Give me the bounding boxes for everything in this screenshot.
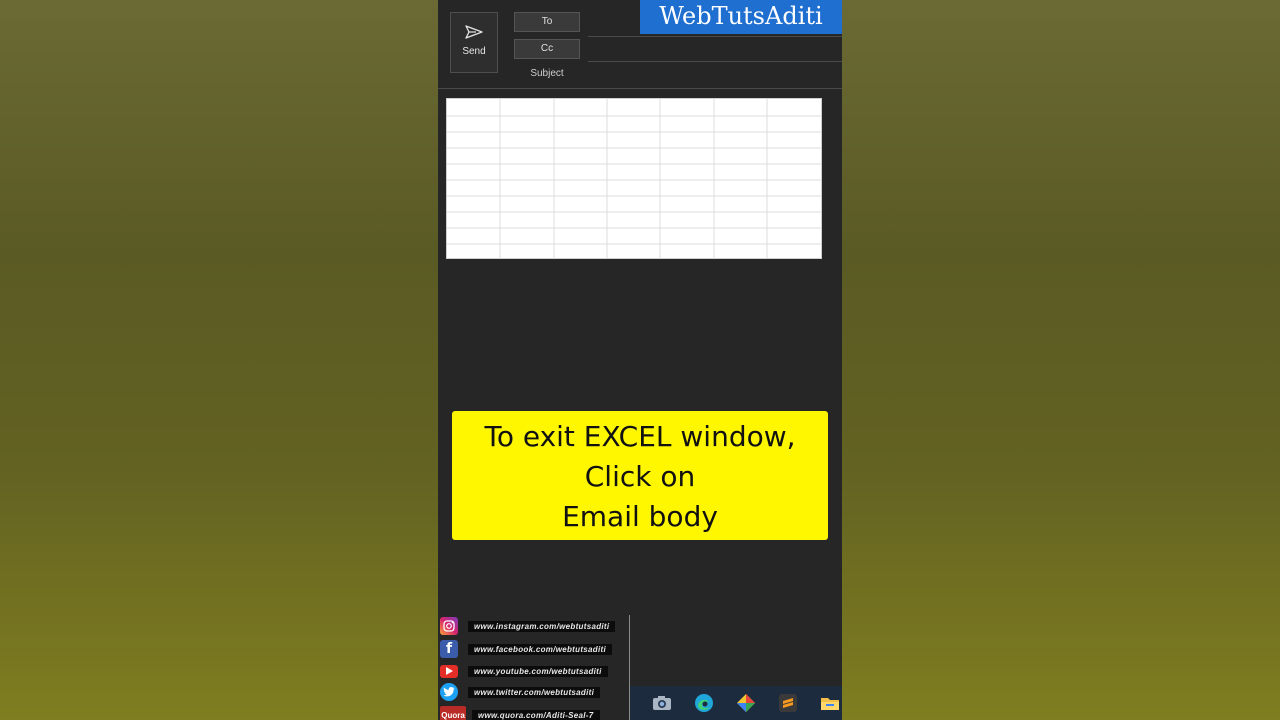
outlook-compose-window: Send To Cc Subject WebTutsAditi To exit … bbox=[438, 0, 842, 720]
subject-label: Subject bbox=[530, 68, 564, 79]
send-label: Send bbox=[462, 46, 486, 57]
social-youtube[interactable]: www.youtube.com/webtutsaditi bbox=[440, 662, 608, 680]
edge-browser-icon[interactable] bbox=[694, 693, 714, 713]
app-diamond-icon[interactable] bbox=[736, 693, 756, 713]
facebook-url: www.facebook.com/webtutsaditi bbox=[468, 643, 612, 655]
instagram-icon bbox=[440, 617, 458, 635]
social-quora[interactable]: Quora www.quora.com/Aditi-Seal-7 bbox=[440, 706, 600, 720]
send-button[interactable]: Send bbox=[450, 12, 498, 73]
send-icon bbox=[465, 25, 483, 39]
to-button[interactable]: To bbox=[514, 12, 580, 32]
channel-watermark: WebTutsAditi bbox=[640, 0, 842, 34]
social-twitter[interactable]: www.twitter.com/webtutsaditi bbox=[440, 683, 601, 701]
callout-line-3: Email body bbox=[562, 500, 718, 533]
quora-url: www.quora.com/Aditi-Seal-7 bbox=[472, 709, 600, 720]
quora-icon: Quora bbox=[440, 706, 466, 720]
windows-taskbar bbox=[630, 686, 842, 720]
twitter-icon bbox=[440, 683, 458, 701]
cc-field[interactable] bbox=[588, 61, 842, 62]
callout-line-1: To exit EXCEL window, bbox=[484, 420, 796, 453]
callout-line-2: Click on bbox=[584, 460, 696, 493]
social-instagram[interactable]: www.instagram.com/webtutsaditi bbox=[440, 617, 616, 635]
facebook-icon: f bbox=[440, 640, 458, 658]
camera-icon[interactable] bbox=[652, 693, 672, 713]
twitter-url: www.twitter.com/webtutsaditi bbox=[468, 686, 601, 698]
sublime-text-icon[interactable] bbox=[778, 693, 798, 713]
instruction-callout: To exit EXCEL window, Click on Email bod… bbox=[452, 411, 828, 540]
subject-field[interactable] bbox=[438, 88, 842, 89]
file-explorer-icon[interactable] bbox=[820, 693, 840, 713]
instagram-url: www.instagram.com/webtutsaditi bbox=[468, 620, 616, 632]
social-facebook[interactable]: f www.facebook.com/webtutsaditi bbox=[440, 640, 612, 658]
excel-table[interactable] bbox=[446, 98, 822, 259]
youtube-icon bbox=[440, 664, 458, 678]
excel-grid-lines bbox=[447, 99, 821, 258]
quora-label: Quora bbox=[441, 710, 465, 720]
cc-button[interactable]: Cc bbox=[514, 39, 580, 59]
youtube-url: www.youtube.com/webtutsaditi bbox=[468, 665, 608, 677]
to-field[interactable] bbox=[588, 36, 842, 37]
